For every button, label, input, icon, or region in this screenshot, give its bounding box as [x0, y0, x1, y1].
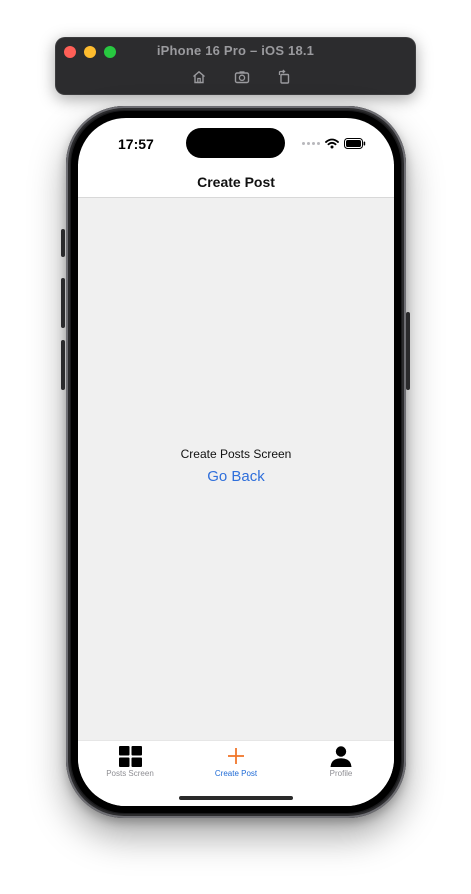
home-indicator[interactable] — [179, 796, 293, 800]
go-back-button[interactable]: Go Back — [186, 466, 286, 488]
volume-up-button[interactable] — [61, 278, 65, 328]
tab-create-post[interactable]: Create Post — [191, 745, 281, 781]
dynamic-island — [186, 128, 285, 158]
rotate-icon[interactable] — [274, 67, 294, 87]
tab-label: Create Post — [214, 769, 258, 778]
stage: iPhone 16 Pro – iOS 18.1 17:57 Create Po… — [0, 0, 471, 894]
action-button[interactable] — [61, 229, 65, 257]
grid-icon — [118, 745, 142, 767]
content-area: Create Posts Screen Go Back — [78, 198, 394, 740]
cellular-signal-icon — [302, 142, 320, 145]
side-power-button[interactable] — [406, 312, 410, 390]
simulator-window: iPhone 16 Pro – iOS 18.1 — [55, 37, 416, 95]
page-title: Create Post — [197, 174, 275, 190]
tab-profile[interactable]: Profile — [296, 745, 386, 781]
screen-heading: Create Posts Screen — [180, 447, 292, 461]
tab-label: Posts Screen — [106, 769, 154, 778]
simulator-title: iPhone 16 Pro – iOS 18.1 — [156, 43, 315, 58]
tab-posts-screen[interactable]: Posts Screen — [85, 745, 175, 781]
battery-icon — [344, 138, 366, 149]
home-icon[interactable] — [189, 67, 209, 87]
wifi-icon — [325, 138, 339, 149]
simulator-toolbar — [55, 67, 416, 87]
tab-label: Profile — [329, 769, 353, 778]
status-indicators — [302, 138, 366, 149]
navigation-bar: Create Post — [78, 164, 394, 198]
status-time: 17:57 — [118, 136, 154, 152]
screenshot-icon[interactable] — [232, 67, 252, 87]
person-icon — [330, 745, 352, 767]
volume-down-button[interactable] — [61, 340, 65, 390]
plus-icon — [226, 745, 246, 767]
device-screen: 17:57 Create Post Create Posts Screen Go… — [78, 118, 394, 806]
